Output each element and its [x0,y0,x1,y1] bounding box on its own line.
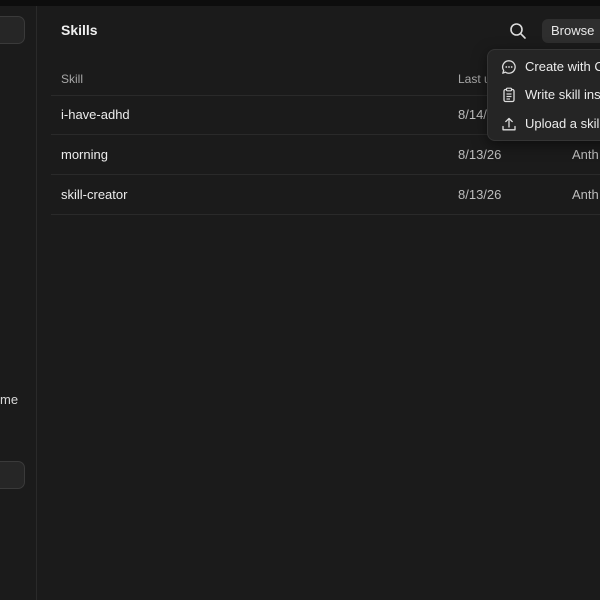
skill-name: morning [61,147,108,162]
page-title: Skills [61,22,98,38]
search-icon [510,23,526,39]
skill-date: 8/14/ [458,107,487,122]
skill-date: 8/13/26 [458,147,502,162]
clipboard-icon [503,87,515,103]
menu-item-label: Create with C [525,59,600,74]
chat-bubble-icon [501,60,516,74]
sidebar-partial-label[interactable]: me [0,392,18,407]
column-header-skill[interactable]: Skill [61,72,83,86]
menu-item-create-with-claude[interactable]: Create with C [488,53,600,81]
skill-date: 8/13/26 [458,187,502,202]
sidebar: me [0,6,37,600]
table-row[interactable]: morning 8/13/26 Anth [51,135,600,175]
skill-name: i-have-adhd [61,107,130,122]
column-header-last-updated[interactable]: Last u [458,72,491,86]
sidebar-bottom-button[interactable] [0,461,25,489]
menu-item-write-skill-instructions[interactable]: Write skill ins [488,81,600,109]
add-skill-menu: Create with C Write skill ins Upload a s… [487,49,600,141]
skill-author: Anth [572,187,599,202]
menu-item-label: Upload a skill [525,116,600,131]
skill-name: skill-creator [61,187,128,202]
browse-button[interactable]: Browse [542,19,600,43]
skill-author: Anth [572,147,599,162]
search-button[interactable] [507,20,529,42]
menu-item-label: Write skill ins [525,87,600,102]
upload-icon [502,117,516,131]
table-row[interactable]: skill-creator 8/13/26 Anth [51,175,600,215]
sidebar-top-button[interactable] [0,16,25,44]
menu-item-upload-skill[interactable]: Upload a skill [488,110,600,138]
